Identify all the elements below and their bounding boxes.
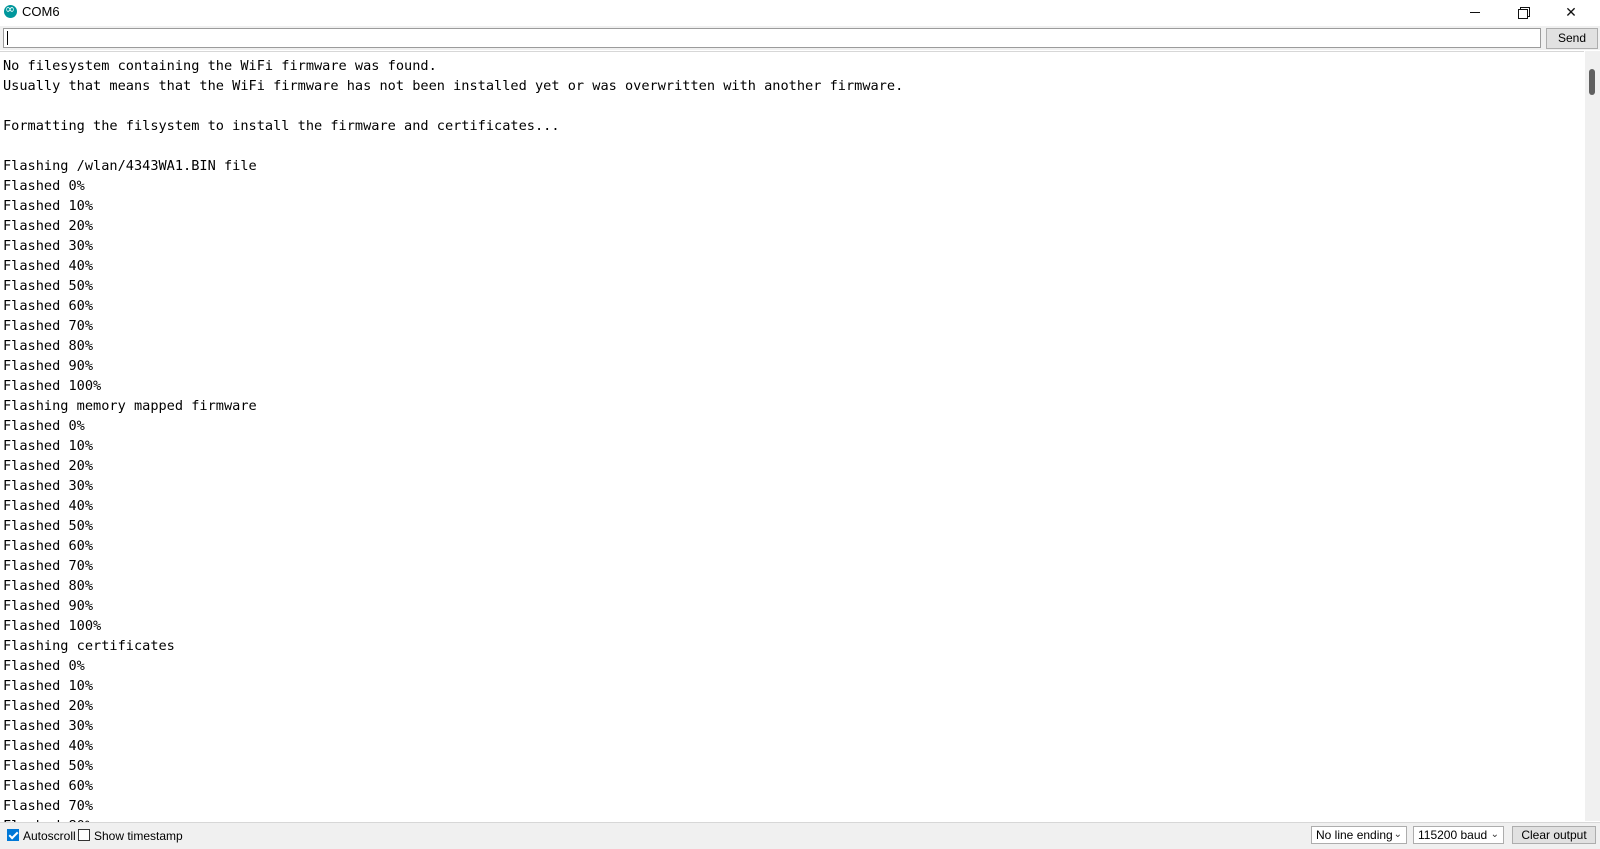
serial-output-text: No filesystem containing the WiFi firmwa… (3, 58, 904, 822)
baud-rate-select[interactable]: 115200 baud ⌄ (1413, 826, 1504, 844)
title-bar: COM6 ✕ (0, 0, 1600, 25)
window-title: COM6 (22, 4, 60, 19)
minimize-icon (1470, 12, 1480, 13)
chevron-down-icon: ⌄ (1490, 829, 1499, 840)
status-bar: Autoscroll Show timestamp No line ending… (0, 822, 1600, 849)
restore-icon (1517, 7, 1530, 19)
close-icon: ✕ (1565, 4, 1577, 21)
arduino-icon (4, 2, 17, 18)
clear-output-button[interactable]: Clear output (1512, 826, 1596, 844)
text-caret (7, 31, 8, 45)
output-scrollbar[interactable] (1585, 51, 1600, 821)
restore-button[interactable] (1500, 0, 1546, 25)
serial-output[interactable]: No filesystem containing the WiFi firmwa… (0, 51, 1584, 822)
line-ending-select[interactable]: No line ending ⌄ (1311, 826, 1407, 844)
show-timestamp-checkbox[interactable] (78, 829, 90, 841)
send-button[interactable]: Send (1546, 28, 1598, 49)
scrollbar-thumb[interactable] (1589, 69, 1595, 95)
baud-rate-value: 115200 baud (1418, 828, 1488, 842)
send-bar: Send (0, 26, 1600, 50)
minimize-button[interactable] (1452, 0, 1498, 25)
line-ending-value: No line ending (1316, 828, 1393, 842)
show-timestamp-label[interactable]: Show timestamp (94, 829, 183, 843)
autoscroll-checkbox[interactable] (7, 829, 19, 841)
chevron-down-icon: ⌄ (1393, 829, 1402, 840)
autoscroll-label[interactable]: Autoscroll (23, 829, 76, 843)
serial-input[interactable] (3, 28, 1541, 48)
close-button[interactable]: ✕ (1548, 0, 1594, 25)
